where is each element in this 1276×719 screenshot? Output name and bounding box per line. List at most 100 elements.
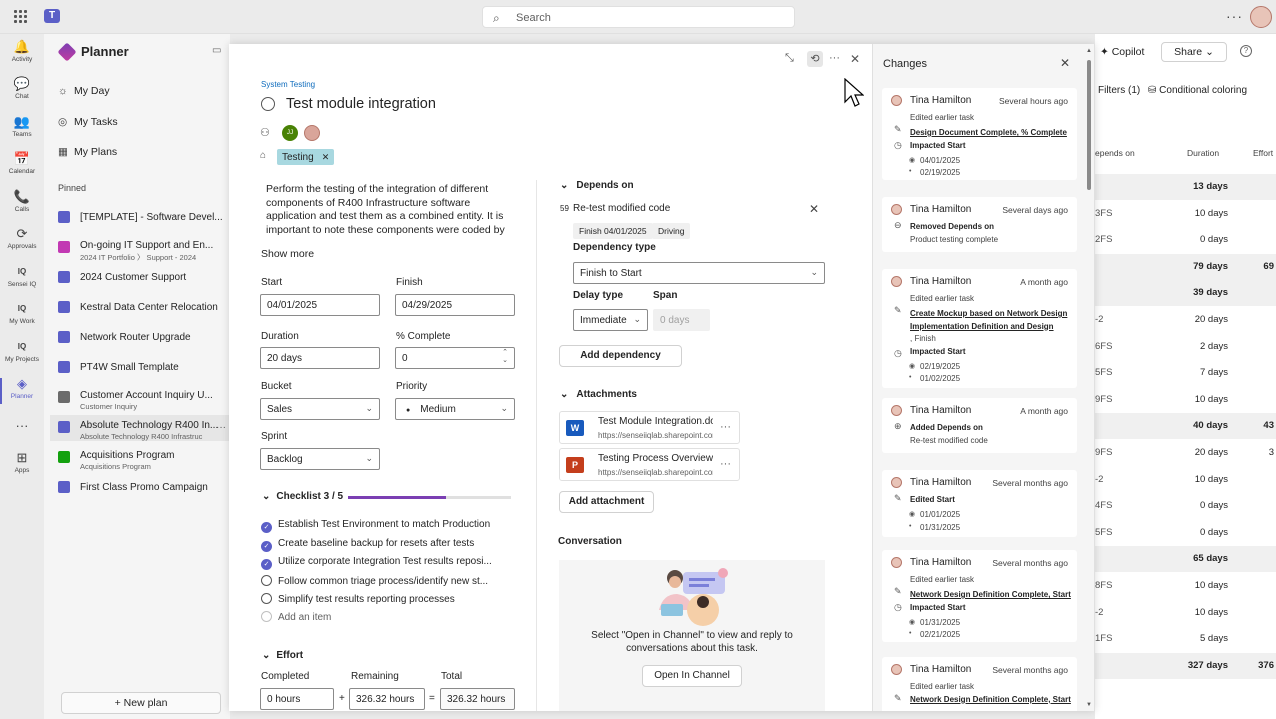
span-field[interactable]: 0 days: [653, 309, 710, 331]
dependency-type-select[interactable]: Finish to Start ⌄: [573, 262, 825, 284]
checked-circle-icon[interactable]: ✓: [261, 559, 272, 570]
pinned-plan-item[interactable]: Customer Account Inquiry U... Customer In…: [58, 385, 230, 411]
checklist-item[interactable]: ✓ Establish Test Environment to match Pro…: [261, 519, 490, 533]
rail-item-chat[interactable]: 💬 Chat: [0, 76, 44, 100]
grid-row[interactable]: 3FS 10 days: [1095, 201, 1276, 227]
pinned-plan-item[interactable]: Kestral Data Center Relocation: [58, 295, 230, 321]
stepper-arrows-icon[interactable]: ⌃ ⌄: [502, 349, 508, 365]
depends-on-header[interactable]: ⌄ Depends on: [560, 180, 634, 191]
close-icon[interactable]: ✕: [1060, 56, 1070, 70]
task-description[interactable]: Perform the testing of the integration o…: [266, 183, 512, 235]
grid-row[interactable]: 13 days: [1095, 174, 1276, 200]
scroll-up-icon[interactable]: ▲: [1086, 48, 1092, 54]
task-title[interactable]: Test module integration: [286, 96, 436, 112]
minimize-icon[interactable]: ⤡: [785, 52, 794, 65]
app-launcher-icon[interactable]: [14, 10, 28, 24]
nav-item-my-day[interactable]: ☼ My Day: [58, 85, 110, 97]
pinned-plan-item[interactable]: First Class Promo Campaign: [58, 475, 230, 501]
percent-complete-stepper[interactable]: 0 ⌃ ⌄: [395, 347, 515, 369]
grid-row[interactable]: 327 days 376: [1095, 652, 1276, 679]
remove-dependency-icon[interactable]: ✕: [809, 202, 819, 216]
pinned-plan-item[interactable]: 2024 Customer Support: [58, 265, 230, 291]
assignee-avatar[interactable]: [304, 125, 320, 141]
circle-icon[interactable]: [261, 574, 272, 586]
more-icon[interactable]: ···: [216, 422, 226, 433]
checklist-item[interactable]: Follow common triage process/identify ne…: [261, 574, 488, 587]
new-plan-button[interactable]: + New plan: [61, 692, 221, 714]
rail-item-more[interactable]: ···: [0, 418, 44, 435]
conditional-coloring-button[interactable]: ⛁ Conditional coloring: [1148, 85, 1247, 96]
col-header-duration[interactable]: Duration: [1187, 148, 1219, 158]
bucket-select[interactable]: Sales ⌄: [260, 398, 380, 420]
circle-icon[interactable]: [261, 593, 272, 604]
grid-row[interactable]: -2 10 days: [1095, 467, 1276, 493]
help-icon[interactable]: ?: [1240, 45, 1252, 57]
duration-field[interactable]: 20 days: [260, 347, 380, 369]
changes-scrollbar[interactable]: ▲ ▼: [1085, 48, 1093, 708]
add-attachment-button[interactable]: Add attachment: [559, 491, 654, 513]
change-card[interactable]: Tina Hamilton Several days ago Removed Dep…: [882, 197, 1077, 252]
change-card[interactable]: Tina Hamilton Several hours ago Edited ear…: [882, 88, 1077, 180]
nav-item-my-plans[interactable]: ▦ My Plans: [58, 146, 117, 158]
grid-row[interactable]: 5FS 7 days: [1095, 360, 1276, 386]
checklist-item[interactable]: ✓ Create baseline backup for resets after…: [261, 538, 474, 552]
close-icon[interactable]: ✕: [850, 52, 860, 66]
collapse-pane-icon[interactable]: ▭: [212, 45, 221, 56]
rail-item-my-work[interactable]: IQ My Work: [0, 301, 44, 325]
pinned-plan-item[interactable]: Acquisitions Program Acquisitions Program: [58, 445, 230, 471]
rail-item-planner[interactable]: ◈ Planner: [0, 376, 44, 404]
checked-circle-icon[interactable]: ✓: [261, 522, 272, 533]
checked-circle-icon[interactable]: ✓: [261, 540, 272, 552]
filters-button[interactable]: Filters (1): [1098, 85, 1140, 96]
assign-icon[interactable]: ⚇: [260, 126, 270, 139]
completed-hours-field[interactable]: 0 hours: [260, 688, 334, 710]
pinned-plan-item[interactable]: Absolute Technology R400 In... Absolute T…: [50, 415, 230, 441]
delay-type-select[interactable]: Immediate ⌄: [573, 309, 648, 331]
rail-item-approvals[interactable]: ⟳ Approvals: [0, 226, 44, 250]
priority-select[interactable]: ● Medium ⌄: [395, 398, 515, 420]
change-card[interactable]: Tina Hamilton Several months ago Edited ea…: [882, 550, 1077, 642]
breadcrumb[interactable]: System Testing: [261, 80, 315, 89]
change-card[interactable]: Tina Hamilton Several months ago Edited ea…: [882, 657, 1077, 711]
more-icon[interactable]: ···: [829, 52, 840, 64]
grid-row[interactable]: 5FS 0 days: [1095, 520, 1276, 546]
start-date-field[interactable]: 04/01/2025: [260, 294, 380, 316]
checklist-item[interactable]: ✓ Utilize corporate Integration Test resu…: [261, 556, 492, 570]
rail-item-apps[interactable]: ⊞ Apps: [0, 450, 44, 474]
search-input[interactable]: ⌕ Search: [482, 6, 795, 28]
col-header-depends[interactable]: epends on: [1095, 148, 1135, 158]
remove-label-icon[interactable]: ✕: [322, 152, 330, 162]
more-options-icon[interactable]: ···: [1226, 8, 1243, 24]
rail-item-teams[interactable]: 👥 Teams: [0, 114, 44, 138]
pinned-plan-item[interactable]: [TEMPLATE] - Software Devel...: [58, 205, 230, 231]
grid-row[interactable]: 40 days 43: [1095, 413, 1276, 440]
history-icon[interactable]: ⟲: [807, 51, 823, 67]
pinned-plan-item[interactable]: PT4W Small Template: [58, 355, 230, 381]
complete-task-checkbox[interactable]: [261, 97, 275, 111]
copilot-button[interactable]: ✦ Copilot: [1100, 46, 1144, 58]
grid-row[interactable]: 65 days: [1095, 546, 1276, 573]
checklist-item[interactable]: Simplify test results reporting processe…: [261, 593, 455, 605]
scrollbar-thumb[interactable]: [1087, 60, 1091, 190]
rail-item-calendar[interactable]: 📅 Calendar: [0, 151, 44, 175]
sprint-select[interactable]: Backlog ⌄: [260, 448, 380, 470]
dependency-task-name[interactable]: Re-test modified code: [573, 203, 670, 214]
grid-row[interactable]: -2 10 days: [1095, 600, 1276, 626]
grid-row[interactable]: 8FS 10 days: [1095, 573, 1276, 599]
more-icon[interactable]: ···: [720, 421, 731, 433]
open-in-channel-button[interactable]: Open In Channel: [642, 665, 742, 687]
change-card[interactable]: Tina Hamilton A month ago Added Depends on…: [882, 398, 1077, 453]
more-icon[interactable]: ···: [720, 458, 731, 470]
col-header-effort[interactable]: Effort: [1253, 148, 1273, 158]
rail-item-activity[interactable]: 🔔 Activity: [0, 39, 44, 63]
scroll-down-icon[interactable]: ▼: [1086, 702, 1092, 708]
add-dependency-button[interactable]: Add dependency: [559, 345, 682, 367]
attachments-header[interactable]: ⌄ Attachments: [560, 389, 637, 400]
label-tag[interactable]: Testing ✕: [277, 149, 335, 165]
rail-item-sensei-iq[interactable]: IQ Sensei IQ: [0, 264, 44, 288]
change-card[interactable]: Tina Hamilton A month ago Edited earlier t…: [882, 269, 1077, 388]
grid-row[interactable]: 9FS 20 days 3: [1095, 440, 1276, 466]
grid-row[interactable]: 2FS 0 days: [1095, 227, 1276, 253]
checklist-header[interactable]: ⌄ Checklist 3 / 5: [262, 491, 343, 502]
user-avatar[interactable]: [1250, 6, 1272, 28]
